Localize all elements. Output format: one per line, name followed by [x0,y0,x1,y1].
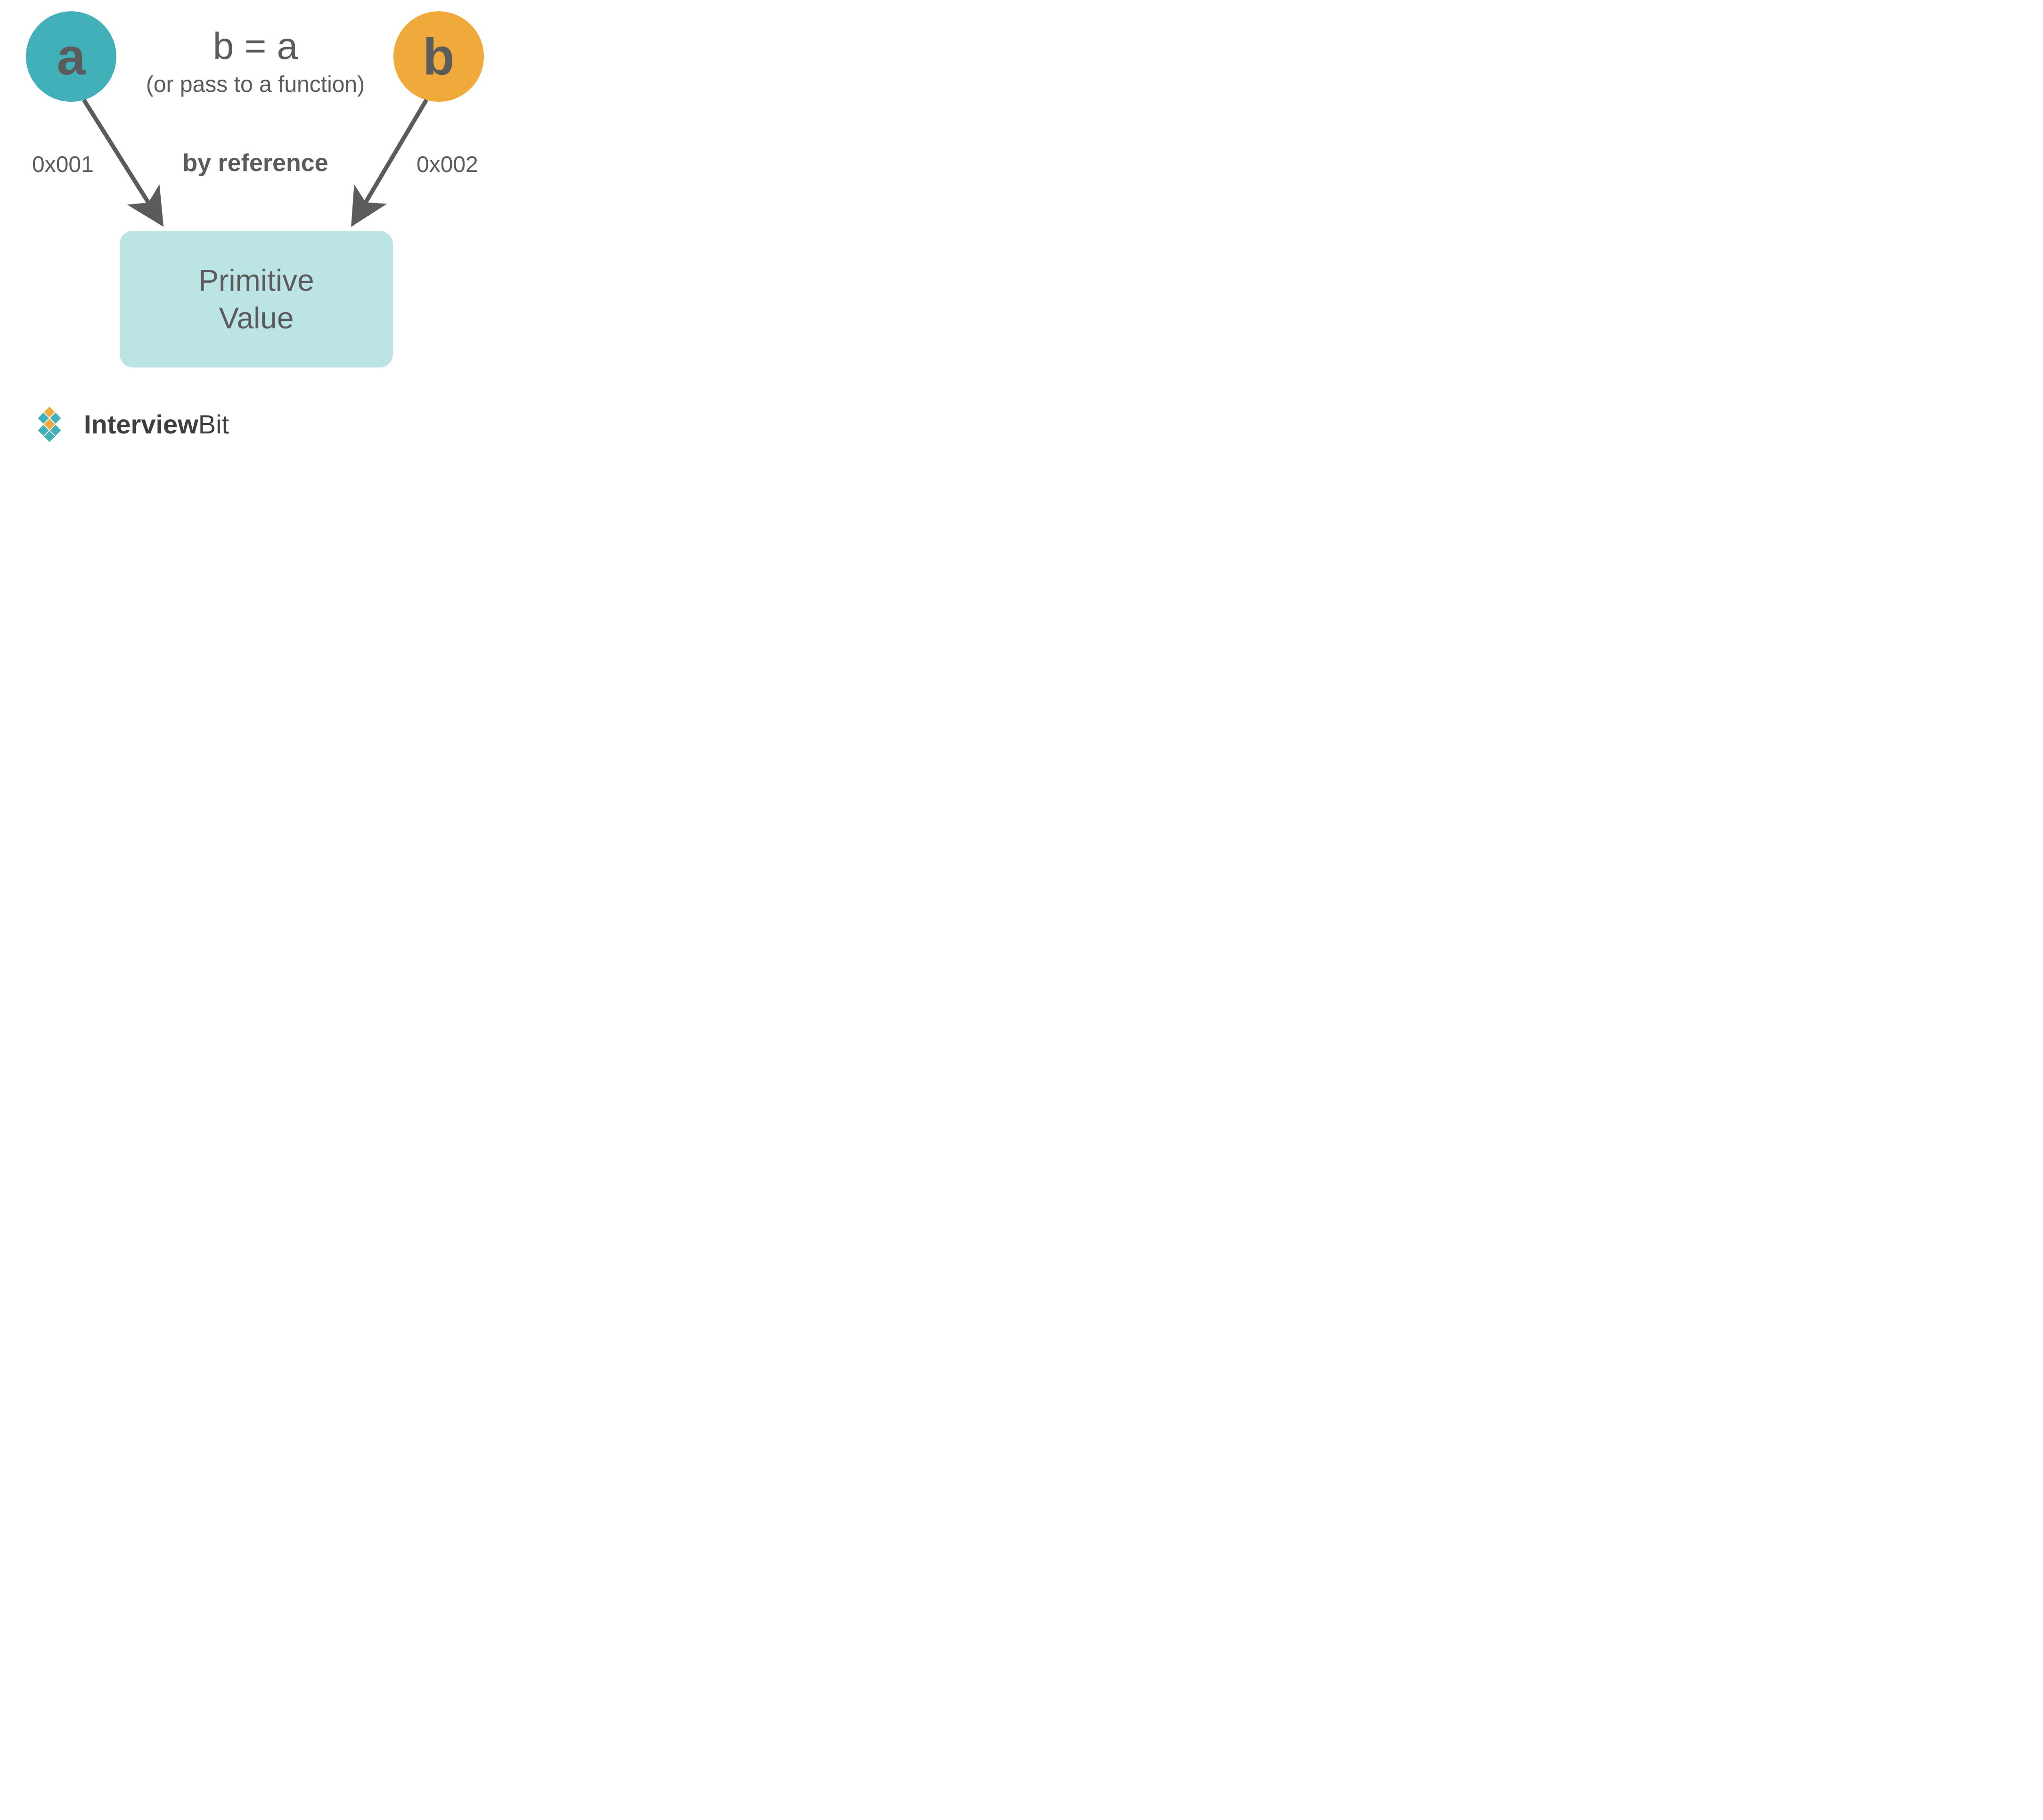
assignment-note: (or pass to a function) [0,72,511,98]
address-a: 0x001 [32,152,94,178]
brand-logo-icon [24,407,75,442]
address-b: 0x002 [417,152,478,178]
brand-name: InterviewBit [84,409,229,440]
primitive-value-box: Primitive Value [120,231,393,367]
brand-logo: InterviewBit [24,407,229,442]
assignment-expression: b = a [0,24,511,68]
primitive-value-text: Primitive Value [198,261,314,337]
